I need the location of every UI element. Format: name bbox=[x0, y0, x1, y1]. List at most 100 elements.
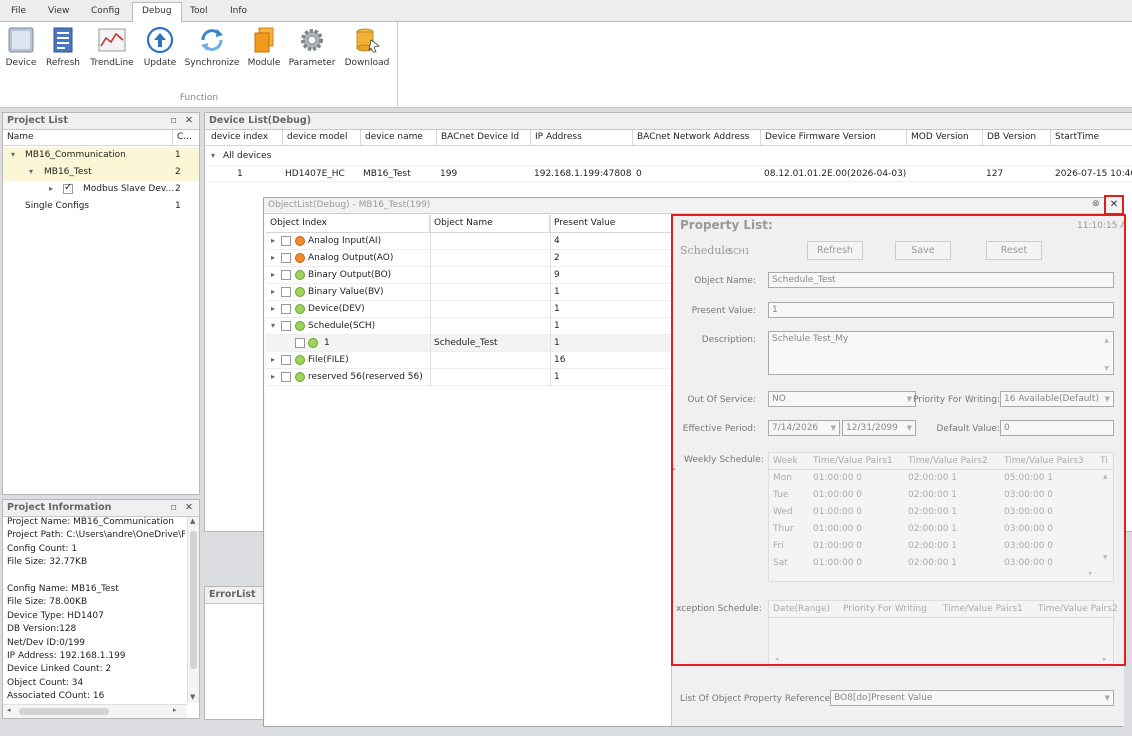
object-list-title: ObjectList(Debug) - MB16_Test(199) bbox=[268, 200, 431, 210]
pin-icon[interactable]: ▫ bbox=[171, 113, 177, 129]
object-row[interactable]: ▸ Device(DEV) 1 bbox=[266, 301, 672, 318]
chevron-right-icon[interactable]: ▸ bbox=[49, 181, 53, 197]
project-info-line: IP Address: 192.168.1.199 bbox=[7, 651, 126, 661]
chevron-right-icon[interactable]: ▸ bbox=[271, 284, 275, 300]
module-button[interactable]: Module bbox=[245, 26, 283, 76]
object-row[interactable]: ▸ reserved 56(reserved 56) 1 bbox=[266, 369, 672, 386]
update-button[interactable]: Update bbox=[141, 26, 179, 76]
object-tree-grid: Object Index Object Name Present Value ▸… bbox=[266, 215, 672, 726]
column-header-bacnet-network-address[interactable]: BACnet Network Address bbox=[633, 130, 761, 146]
device-list-title-bar: Device List(Debug) bbox=[205, 113, 1132, 130]
checkbox[interactable] bbox=[281, 287, 291, 297]
chevron-right-icon[interactable]: ▸ bbox=[271, 369, 275, 385]
column-header-object-name[interactable]: Object Name bbox=[430, 215, 550, 233]
column-header-firmware-version[interactable]: Device Firmware Version bbox=[761, 130, 907, 146]
menu-config[interactable]: Config bbox=[82, 3, 129, 22]
tree-row-project[interactable]: ▾ MB16_Communication 1 bbox=[3, 147, 199, 164]
column-header-start-time[interactable]: StartTime bbox=[1051, 130, 1132, 146]
object-row[interactable]: ▸ Binary Output(BO) 9 bbox=[266, 267, 672, 284]
close-button[interactable]: ✕ bbox=[1104, 195, 1124, 215]
object-row[interactable]: ▸ Analog Output(AO) 2 bbox=[266, 250, 672, 267]
menu-tool[interactable]: Tool bbox=[181, 3, 216, 22]
chevron-right-icon[interactable]: ▸ bbox=[271, 352, 275, 368]
object-row[interactable]: 1 Schedule_Test 1 bbox=[266, 335, 672, 352]
pin-icon[interactable]: ▫ bbox=[171, 500, 177, 516]
tree-row-config[interactable]: ▾ MB16_Test 2 bbox=[3, 164, 199, 181]
table-row[interactable]: 1 HD1407E_HC MB16_Test 199 192.168.1.199… bbox=[205, 165, 1132, 182]
checkbox[interactable] bbox=[281, 236, 291, 246]
parameter-button[interactable]: Parameter bbox=[288, 26, 336, 76]
checkbox[interactable] bbox=[281, 304, 291, 314]
checkbox[interactable] bbox=[281, 270, 291, 280]
object-row[interactable]: ▸ Analog Input(AI) 4 bbox=[266, 233, 672, 250]
scroll-left-icon[interactable]: ◂ bbox=[7, 706, 11, 714]
menu-file[interactable]: File bbox=[2, 3, 35, 22]
chevron-down-icon[interactable]: ▾ bbox=[29, 164, 33, 180]
synchronize-button[interactable]: Synchronize bbox=[184, 26, 240, 76]
scroll-down-icon[interactable]: ▼ bbox=[190, 693, 195, 701]
column-header-device-name[interactable]: device name bbox=[361, 130, 437, 146]
object-row[interactable]: ▾ Schedule(SCH) 1 bbox=[266, 318, 672, 335]
tree-row-modbus[interactable]: ▸ ✓ Modbus Slave Dev... 2 bbox=[3, 181, 199, 198]
checkmark-icon: ✓ bbox=[64, 182, 73, 193]
chevron-right-icon[interactable]: ▸ bbox=[271, 267, 275, 283]
object-row[interactable]: ▸ File(FILE) 16 bbox=[266, 352, 672, 369]
chevron-right-icon[interactable]: ▸ bbox=[271, 233, 275, 249]
column-header-object-index[interactable]: Object Index bbox=[266, 215, 430, 233]
present-value-cell: 1 bbox=[554, 287, 560, 297]
cell-device-model: HD1407E_HC bbox=[285, 169, 345, 179]
column-header-name[interactable]: Name bbox=[3, 130, 173, 146]
property-highlight-frame bbox=[671, 214, 1126, 666]
column-header-device-model[interactable]: device model bbox=[283, 130, 361, 146]
checkbox[interactable] bbox=[281, 372, 291, 382]
tree-row-count: 1 bbox=[175, 201, 181, 211]
chevron-right-icon[interactable]: ▸ bbox=[271, 301, 275, 317]
ribbon-group-function: Device Refresh TrendLine Update Synchron… bbox=[0, 22, 398, 108]
object-index-label: Analog Output(AO) bbox=[308, 253, 394, 263]
menu-view[interactable]: View bbox=[39, 3, 78, 22]
vertical-scrollbar[interactable]: ▲ ▼ bbox=[187, 517, 199, 703]
column-header-ip-address[interactable]: IP Address bbox=[531, 130, 633, 146]
close-icon[interactable]: ✕ bbox=[185, 500, 193, 516]
project-info-text: Project Name: MB16_Communication Project … bbox=[7, 517, 185, 703]
menu-info[interactable]: Info bbox=[221, 3, 256, 22]
checkbox[interactable] bbox=[295, 338, 305, 348]
refresh-button[interactable]: Refresh bbox=[44, 26, 82, 76]
tree-row-count: 2 bbox=[175, 167, 181, 177]
tree-row-single-configs[interactable]: Single Configs 1 bbox=[3, 198, 199, 215]
chevron-down-icon[interactable]: ▾ bbox=[271, 318, 275, 334]
tree-row-label: Single Configs bbox=[25, 201, 90, 211]
checkbox[interactable] bbox=[281, 355, 291, 365]
column-header-count[interactable]: C... bbox=[173, 130, 199, 146]
object-index-label: 1 bbox=[324, 338, 330, 348]
scroll-right-icon[interactable]: ▸ bbox=[173, 706, 177, 714]
menu-debug[interactable]: Debug bbox=[132, 2, 182, 23]
column-header-bacnet-device-id[interactable]: BACnet Device Id bbox=[437, 130, 531, 146]
module-button-label: Module bbox=[247, 58, 281, 68]
device-group-row[interactable]: ▾ All devices bbox=[205, 148, 1132, 165]
column-header-device-index[interactable]: device index bbox=[207, 130, 283, 146]
column-header-db-version[interactable]: DB Version bbox=[983, 130, 1051, 146]
project-info-line: Config Count: 1 bbox=[7, 543, 78, 554]
close-icon[interactable]: ✕ bbox=[185, 113, 193, 129]
checkbox[interactable] bbox=[281, 321, 291, 331]
device-button[interactable]: Device bbox=[4, 26, 38, 76]
error-list-title: ErrorList bbox=[209, 589, 256, 600]
scrollbar-thumb[interactable] bbox=[190, 531, 197, 669]
project-info-line: Associated COunt: 16 bbox=[7, 691, 105, 702]
object-row[interactable]: ▸ Binary Value(BV) 1 bbox=[266, 284, 672, 301]
chevron-right-icon[interactable]: ▸ bbox=[271, 250, 275, 266]
column-header-present-value[interactable]: Present Value bbox=[550, 215, 672, 233]
pin-icon[interactable]: ⊗ bbox=[1092, 199, 1100, 209]
object-property-refs-select[interactable]: BO8[do]Present Value ▼ bbox=[830, 690, 1114, 706]
download-button[interactable]: Download bbox=[343, 26, 391, 76]
scrollbar-thumb[interactable] bbox=[19, 708, 109, 715]
chevron-down-icon[interactable]: ▾ bbox=[11, 147, 15, 163]
column-header-mod-version[interactable]: MOD Version bbox=[907, 130, 983, 146]
scroll-up-icon[interactable]: ▲ bbox=[190, 517, 195, 525]
cell-start-time: 2026-07-15 10:46 bbox=[1055, 169, 1132, 179]
checkbox[interactable] bbox=[281, 253, 291, 263]
trendline-button[interactable]: TrendLine bbox=[88, 26, 136, 76]
horizontal-scrollbar[interactable]: ◂ ▸ bbox=[3, 704, 187, 718]
chevron-down-icon[interactable]: ▾ bbox=[211, 148, 215, 164]
